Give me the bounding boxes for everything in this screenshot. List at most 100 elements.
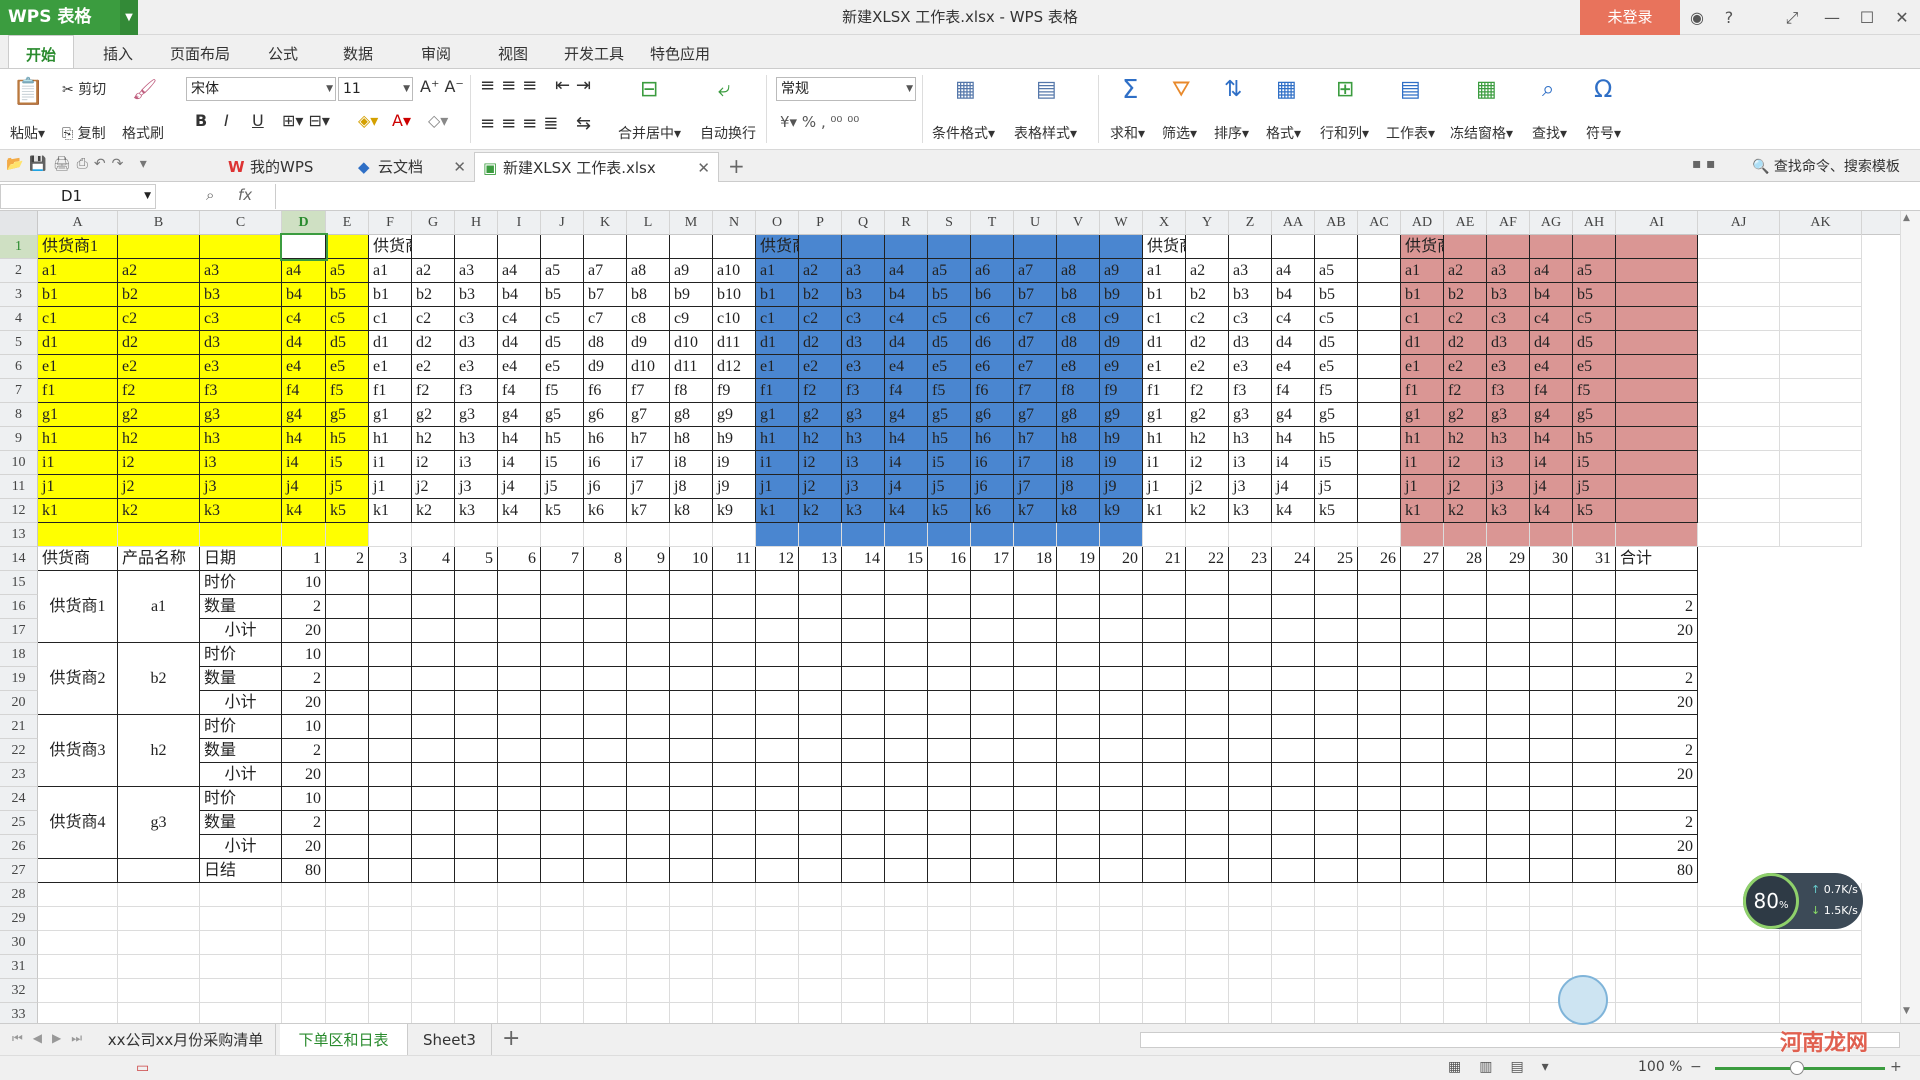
day-header[interactable]: 27 [1401,547,1444,571]
data-cell[interactable]: i2 [118,451,200,475]
cell[interactable] [584,667,627,691]
cell[interactable] [713,931,756,955]
data-cell[interactable]: d1 [369,331,412,355]
cell[interactable] [1315,979,1358,1003]
data-cell[interactable]: j3 [842,475,885,499]
cell[interactable] [1057,715,1100,739]
day-header[interactable]: 17 [971,547,1014,571]
data-cell[interactable]: a10 [713,259,756,283]
cell[interactable] [1358,835,1401,859]
cell[interactable] [326,595,369,619]
column-header-ae[interactable]: AE [1444,211,1487,235]
data-cell[interactable]: j4 [498,475,541,499]
cell[interactable] [799,571,842,595]
data-cell[interactable]: e4 [1530,355,1573,379]
data-cell[interactable]: h3 [1229,427,1272,451]
cell[interactable] [713,739,756,763]
filter-icon[interactable]: ⛛ [1172,77,1190,102]
row-header-10[interactable]: 10 [0,451,38,475]
cell[interactable] [1616,907,1698,931]
zoom-in-icon[interactable]: + [1890,1059,1902,1075]
cell[interactable] [928,787,971,811]
cell[interactable] [1100,883,1143,907]
data-cell[interactable]: j2 [118,475,200,499]
cell[interactable] [1780,331,1862,355]
data-cell[interactable]: f4 [1272,379,1315,403]
data-cell[interactable]: e1 [756,355,799,379]
data-cell[interactable]: c4 [1272,307,1315,331]
cell[interactable] [971,811,1014,835]
cell[interactable] [1014,931,1057,955]
cell[interactable] [1186,643,1229,667]
data-cell[interactable]: h8 [1057,427,1100,451]
cell[interactable] [1229,835,1272,859]
row-header-7[interactable]: 7 [0,379,38,403]
data-cell[interactable]: a4 [1530,259,1573,283]
cell[interactable] [928,1003,971,1023]
cell[interactable] [1186,859,1229,883]
column-header-p[interactable]: P [799,211,842,235]
data-cell[interactable]: c4 [885,307,928,331]
price-value[interactable]: 10 [282,715,326,739]
cell[interactable] [1014,811,1057,835]
cell[interactable] [627,643,670,667]
data-cell[interactable]: h4 [1272,427,1315,451]
data-cell[interactable]: e3 [455,355,498,379]
data-cell[interactable]: f4 [498,379,541,403]
cell[interactable] [1057,667,1100,691]
cell[interactable] [1401,979,1444,1003]
data-cell[interactable]: f4 [1530,379,1573,403]
cell[interactable] [369,931,412,955]
cell[interactable] [670,643,713,667]
cell[interactable] [1358,787,1401,811]
cell[interactable] [1186,811,1229,835]
cell[interactable] [1698,427,1780,451]
data-cell[interactable]: b5 [1315,283,1358,307]
qty-value[interactable]: 2 [282,811,326,835]
subtotal-label[interactable]: 小计 [200,619,282,643]
table-style-icon[interactable]: ▤ [1036,77,1057,102]
cell[interactable] [1616,475,1698,499]
cell[interactable] [200,883,282,907]
cell[interactable] [627,763,670,787]
cell[interactable] [971,739,1014,763]
cell[interactable] [1487,1003,1530,1023]
cell[interactable] [584,835,627,859]
cell[interactable] [498,571,541,595]
cell[interactable] [118,931,200,955]
cell[interactable] [455,643,498,667]
data-cell[interactable]: j5 [1573,475,1616,499]
cell[interactable] [1780,403,1862,427]
data-cell[interactable]: j4 [1530,475,1573,499]
data-cell[interactable]: h2 [1186,427,1229,451]
data-cell[interactable]: f2 [799,379,842,403]
data-cell[interactable]: g4 [282,403,326,427]
cell[interactable] [1487,955,1530,979]
cell[interactable] [1143,787,1186,811]
data-cell[interactable]: e4 [282,355,326,379]
data-cell[interactable]: j7 [1014,475,1057,499]
day-header[interactable]: 26 [1358,547,1401,571]
data-cell[interactable]: f6 [584,379,627,403]
data-cell[interactable]: h1 [1143,427,1186,451]
cell[interactable] [1444,235,1487,259]
quick-access-icons[interactable]: 📂💾🖨⎙↶↷ ▾ [6,156,153,172]
cell[interactable] [1100,859,1143,883]
data-cell[interactable]: k1 [756,499,799,523]
cell[interactable] [584,931,627,955]
data-cell[interactable]: a3 [1229,259,1272,283]
cell[interactable] [1487,763,1530,787]
italic-icon[interactable]: I [224,111,229,130]
column-header-g[interactable]: G [412,211,455,235]
cell[interactable] [1780,379,1862,403]
row-header-9[interactable]: 9 [0,427,38,451]
data-cell[interactable]: e2 [1444,355,1487,379]
cell[interactable] [541,811,584,835]
data-cell[interactable]: c2 [1186,307,1229,331]
cell[interactable] [1401,787,1444,811]
cell[interactable] [928,739,971,763]
data-cell[interactable]: b10 [713,283,756,307]
row-col-button[interactable]: 行和列▾ [1320,123,1369,143]
cell[interactable] [412,835,455,859]
data-cell[interactable]: b4 [1272,283,1315,307]
